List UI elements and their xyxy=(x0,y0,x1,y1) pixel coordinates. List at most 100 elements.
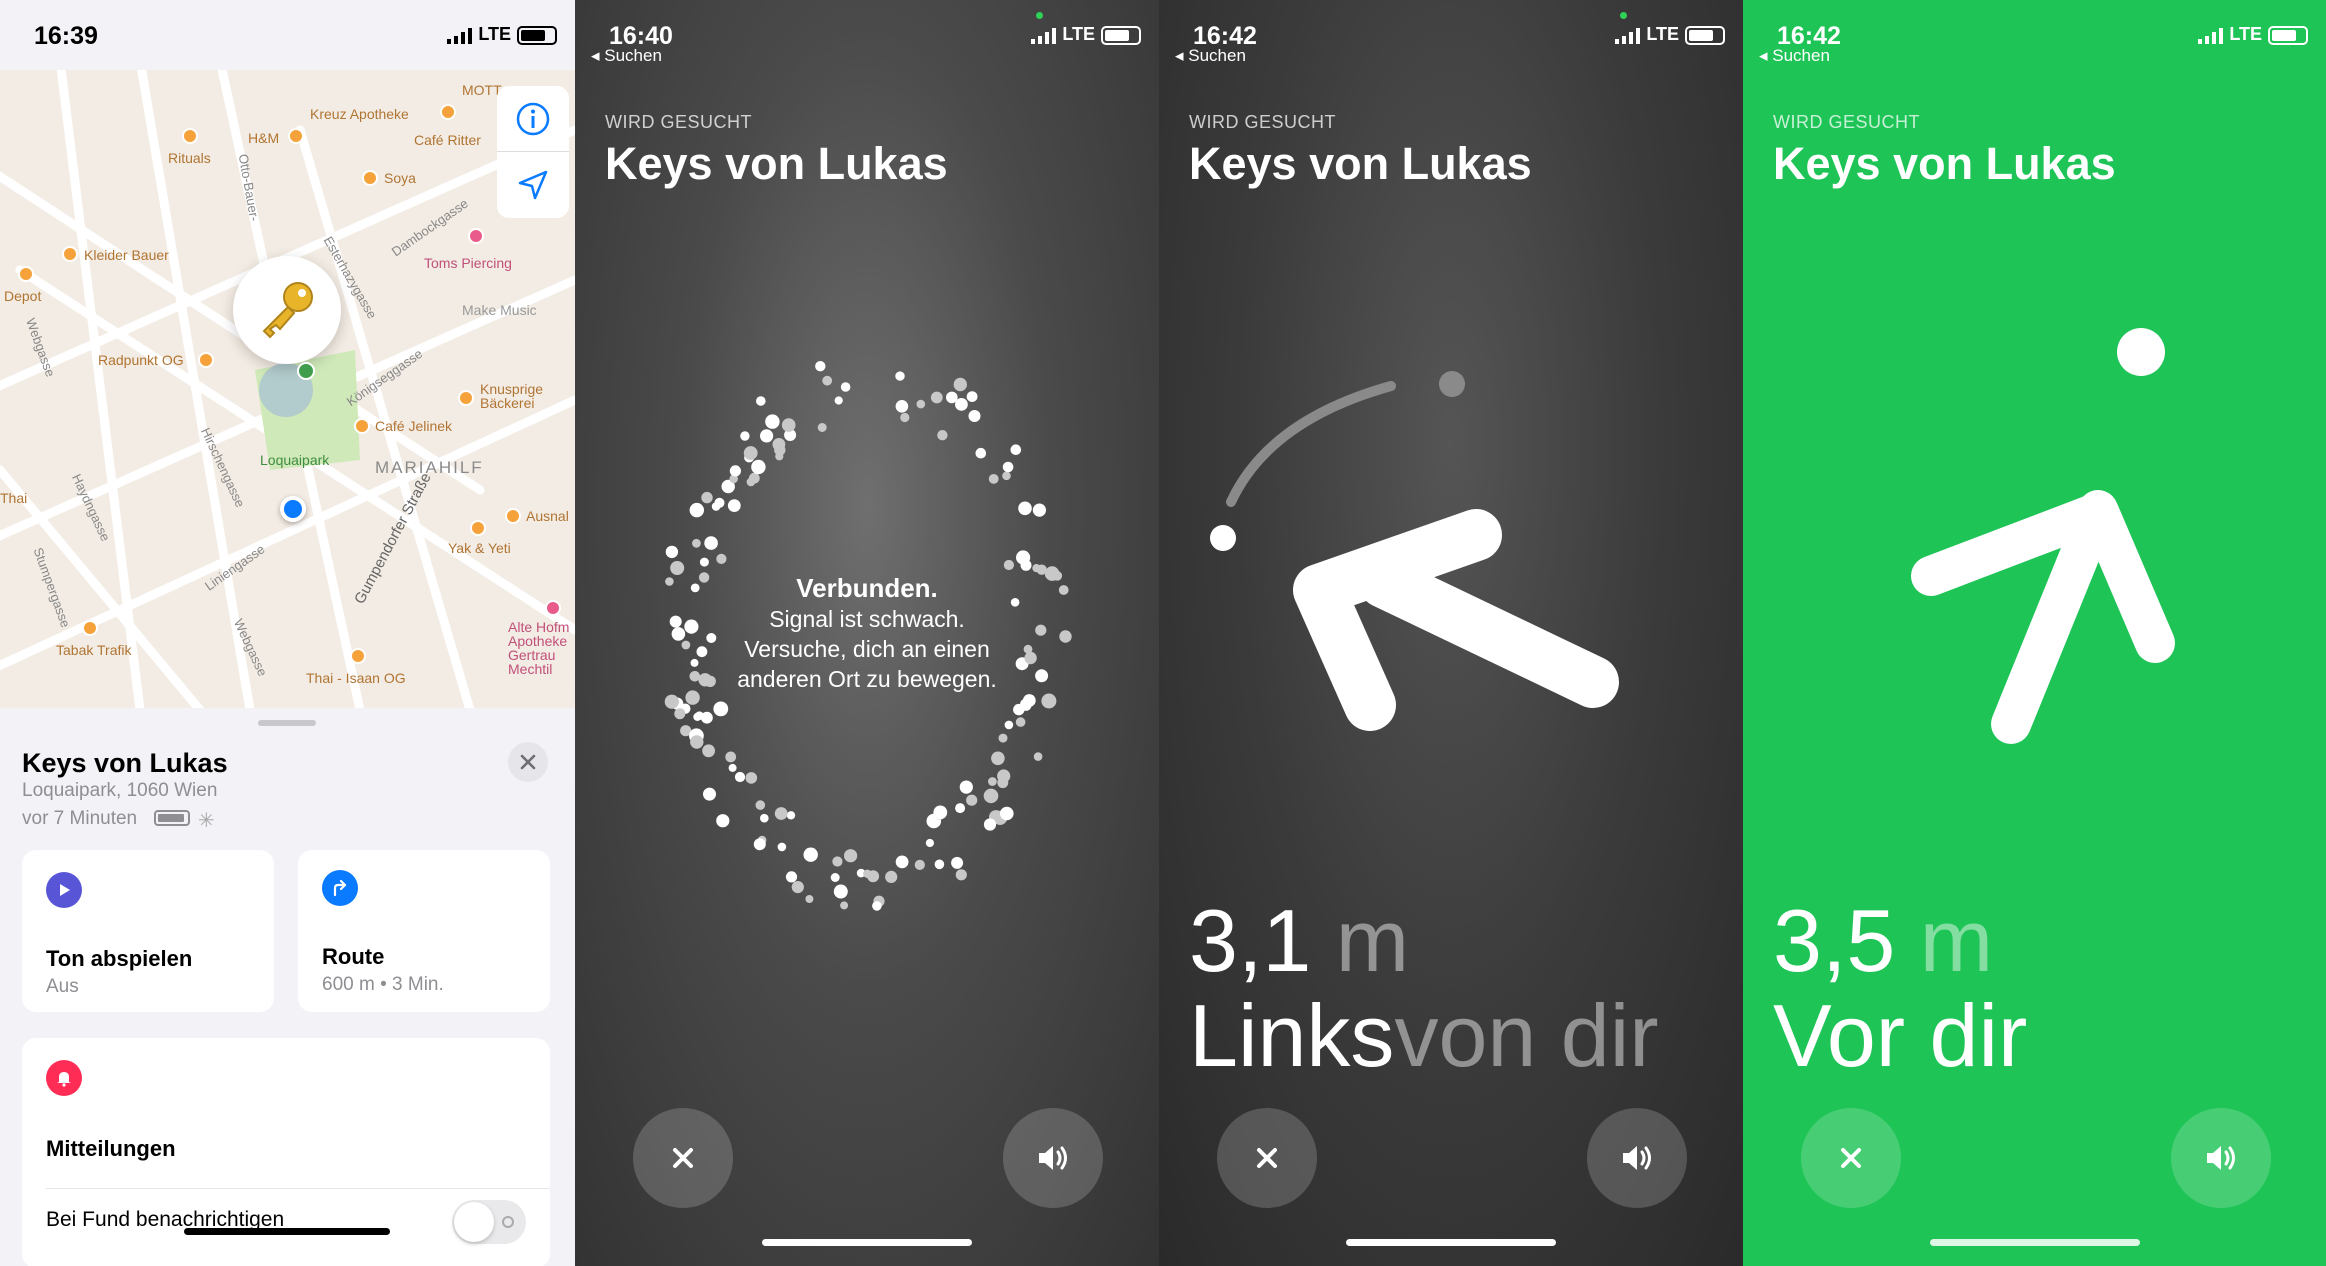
signal-particle xyxy=(815,361,826,372)
sound-button[interactable] xyxy=(1003,1108,1103,1208)
signal-particle xyxy=(756,396,766,406)
back-button[interactable]: ◂ Suchen xyxy=(1175,46,1246,66)
signal-particle xyxy=(711,502,721,511)
signal-particle xyxy=(704,536,718,550)
arrow-left-up-icon xyxy=(1293,509,1619,731)
location-arrow-icon xyxy=(518,170,548,200)
searching-label: WIRD GESUCHT xyxy=(1773,112,1920,132)
network-label: LTE xyxy=(478,24,511,44)
signal-particle xyxy=(703,787,716,801)
close-button[interactable] xyxy=(633,1108,733,1208)
play-sound-status: Aus xyxy=(46,976,79,997)
distance-readout: 3,1 m xyxy=(1189,890,1409,992)
heading-arc xyxy=(1226,381,1396,507)
close-button[interactable] xyxy=(1801,1108,1901,1208)
signal-particle xyxy=(998,733,1008,743)
network-label: LTE xyxy=(1646,24,1679,44)
back-button[interactable]: ◂ Suchen xyxy=(1759,46,1830,66)
poi-marker xyxy=(440,104,456,120)
home-indicator xyxy=(762,1239,972,1246)
poi-label: Ausnal xyxy=(526,508,569,524)
signal-icon xyxy=(1031,28,1056,44)
signal-particle xyxy=(1010,444,1022,455)
home-indicator xyxy=(1346,1239,1556,1246)
poi-label: Yak & Yeti xyxy=(448,540,511,556)
signal-particle xyxy=(803,847,818,862)
poi-label: Toms Piercing xyxy=(424,255,512,271)
item-map-pin[interactable] xyxy=(233,256,341,364)
poi-marker xyxy=(198,352,214,368)
info-button[interactable] xyxy=(497,86,569,152)
poi-label: Kreuz Apotheke xyxy=(310,106,409,122)
close-button[interactable] xyxy=(508,742,548,782)
distance-value: 3,5 xyxy=(1773,891,1896,990)
signal-particle xyxy=(1041,693,1057,709)
network-label: LTE xyxy=(1062,24,1095,44)
route-card[interactable]: Route 600 m • 3 Min. xyxy=(298,850,550,1012)
signal-particle xyxy=(895,400,909,413)
direction-readout: Vor dir xyxy=(1773,986,2028,1085)
signal-particle xyxy=(833,884,848,899)
signal-particle xyxy=(745,772,758,784)
signal-particle xyxy=(751,459,766,475)
signal-particle xyxy=(955,398,968,411)
item-last-seen: vor 7 Minuten xyxy=(22,808,138,829)
map-view[interactable]: Otto-Bauer- Esterhazygasse Dambockgasse … xyxy=(0,70,575,708)
notify-when-found-toggle[interactable] xyxy=(452,1200,526,1244)
close-icon xyxy=(1841,1148,1861,1168)
message-line: Verbunden. xyxy=(796,573,938,603)
signal-particle xyxy=(933,805,948,820)
locate-button[interactable] xyxy=(497,152,569,218)
precision-finding-searching-panel: 16:40 LTE ◂ Suchen WIRD GESUCHT Keys von… xyxy=(575,0,1159,1266)
signal-particle xyxy=(955,803,966,814)
signal-particle xyxy=(983,788,999,804)
play-sound-card[interactable]: Ton abspielen Aus xyxy=(22,850,274,1012)
signal-particle xyxy=(1004,720,1014,730)
signal-particle xyxy=(983,818,997,831)
back-button[interactable]: ◂ Suchen xyxy=(591,46,662,66)
speaker-icon xyxy=(2207,1146,2235,1170)
district-label: MARIAHILF xyxy=(375,458,484,477)
signal-particle xyxy=(740,431,750,441)
poi-label: Thai xyxy=(0,490,28,506)
signal-particle xyxy=(753,838,766,851)
signal-particle xyxy=(786,811,796,820)
signal-particle xyxy=(966,391,978,402)
signal-particle xyxy=(844,849,858,863)
signal-particle xyxy=(701,491,713,504)
poi-marker xyxy=(468,228,484,244)
signal-particle xyxy=(955,869,967,881)
distance-readout: 3,5 m xyxy=(1773,890,1993,992)
poi-label: Tabak Trafik xyxy=(56,642,132,658)
signal-particle xyxy=(713,701,729,717)
close-button[interactable] xyxy=(1217,1108,1317,1208)
home-indicator xyxy=(184,1228,390,1235)
poi-marker xyxy=(470,520,486,536)
searching-label: WIRD GESUCHT xyxy=(605,112,752,132)
signal-particle xyxy=(968,410,981,422)
item-title: Keys von Lukas xyxy=(1773,138,2116,189)
signal-particle xyxy=(934,859,945,870)
close-icon xyxy=(520,754,536,770)
poi-marker xyxy=(354,418,370,434)
sheet-grabber[interactable] xyxy=(258,720,316,726)
item-title: Keys von Lukas xyxy=(605,138,948,189)
signal-particle xyxy=(734,771,746,783)
signal-particle xyxy=(791,881,804,894)
play-icon xyxy=(46,872,82,908)
signal-particle xyxy=(937,430,948,441)
sound-button[interactable] xyxy=(2171,1108,2271,1208)
poi-label: H&M xyxy=(248,130,280,146)
poi-label: Kleider Bauer xyxy=(84,247,169,263)
findmy-item-panel: Otto-Bauer- Esterhazygasse Dambockgasse … xyxy=(0,0,575,1266)
poi-label: Thai - Isaan OG xyxy=(306,670,406,686)
distance-unit: m xyxy=(1335,891,1410,990)
mic-indicator xyxy=(1620,12,1627,19)
poi-marker xyxy=(62,246,78,262)
key-icon xyxy=(262,282,313,339)
poi-label: Knusprige Bäckerei xyxy=(480,381,544,411)
sound-button[interactable] xyxy=(1587,1108,1687,1208)
signal-particle xyxy=(690,735,704,749)
signal-particle xyxy=(805,895,814,903)
status-bar: 16:39 LTE xyxy=(0,0,575,72)
